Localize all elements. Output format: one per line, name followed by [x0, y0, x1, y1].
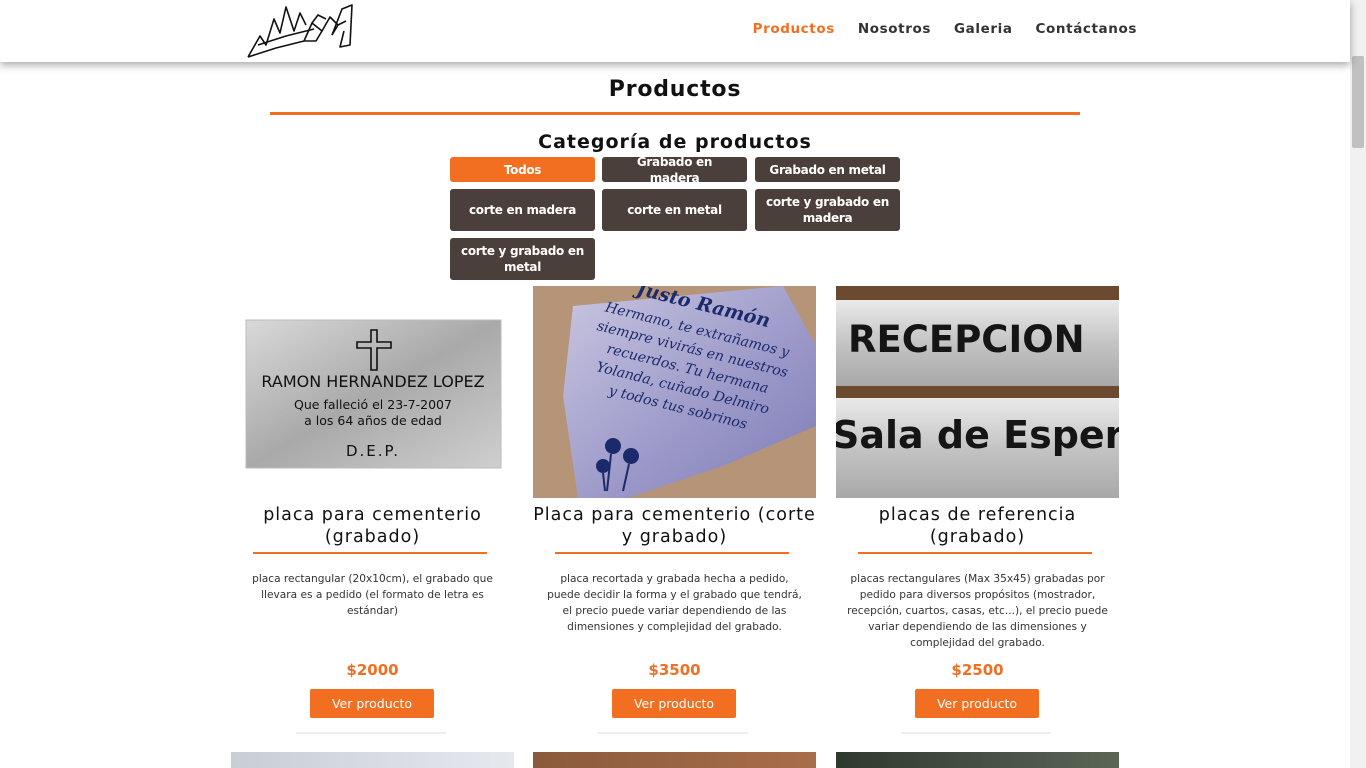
sign-line1-text: RECEPCION: [848, 318, 1085, 361]
nav-nosotros[interactable]: Nosotros: [858, 21, 931, 37]
category-grabado-metal[interactable]: Grabado en metal: [755, 157, 900, 182]
category-corte-grabado-madera[interactable]: corte y grabado en madera: [755, 189, 900, 231]
nav-productos[interactable]: Productos: [753, 21, 835, 37]
product-title: placa para cementerio (grabado): [263, 505, 482, 547]
product-divider: [858, 552, 1092, 554]
scrollbar-thumb[interactable]: [1352, 56, 1364, 148]
page-scrollbar[interactable]: [1350, 0, 1366, 768]
category-todos[interactable]: Todos: [450, 157, 595, 182]
category-corte-metal[interactable]: corte en metal: [602, 189, 747, 231]
product-image[interactable]: RAMON HERNANDEZ LOPEZ Que falleció el 23…: [231, 286, 514, 498]
category-corte-grabado-metal[interactable]: corte y grabado en metal: [450, 238, 595, 280]
card-shadow: [296, 732, 446, 734]
product-description: placas rectangulares (Max 35x45) grabada…: [847, 573, 1108, 649]
product-title: Placa para cementerio (corte y grabado): [533, 505, 816, 547]
product-title: placas de referencia (grabado): [878, 505, 1077, 547]
card-shadow: [598, 732, 748, 734]
product-price: $3500: [648, 661, 701, 679]
nav-galeria[interactable]: Galeria: [954, 21, 1013, 37]
product-image[interactable]: [231, 752, 514, 768]
product-description: placa recortada y grabada hecha a pedido…: [547, 573, 802, 633]
card-shadow: [901, 732, 1051, 734]
page-title: Productos: [608, 77, 742, 102]
plate-name-text: RAMON HERNANDEZ LOPEZ: [261, 372, 484, 391]
view-product-button[interactable]: Ver producto: [915, 689, 1039, 718]
view-product-button[interactable]: Ver producto: [612, 689, 736, 718]
product-image[interactable]: [836, 752, 1119, 768]
nav-contactanos[interactable]: Contáctanos: [1036, 21, 1137, 37]
product-divider: [253, 552, 487, 554]
product-image[interactable]: Justo Ramón Hermano, te extrañamos y sie…: [533, 286, 816, 498]
logo[interactable]: [246, 1, 356, 59]
product-card: RECEPCION Sala de Espera placas de refer…: [836, 286, 1119, 736]
product-image[interactable]: RECEPCION Sala de Espera: [836, 286, 1119, 498]
product-price: $2000: [346, 661, 399, 679]
plate-line3-text: D.E.P.: [346, 442, 400, 460]
product-card: RAMON HERNANDEZ LOPEZ Que falleció el 23…: [231, 286, 514, 736]
sign-line2-text: Sala de Espera: [836, 413, 1119, 457]
category-title: Categoría de productos: [538, 131, 812, 153]
product-card: Justo Ramón Hermano, te extrañamos y sie…: [533, 286, 816, 736]
title-divider: [270, 112, 1080, 115]
product-price: $2500: [951, 661, 1004, 679]
plate-line2-text: a los 64 años de edad: [304, 413, 442, 428]
product-divider: [555, 552, 789, 554]
site-header: Productos Nosotros Galeria Contáctanos: [0, 0, 1350, 62]
main-nav: Productos Nosotros Galeria Contáctanos: [753, 21, 1137, 37]
plate-line1-text: Que falleció el 23-7-2007: [294, 397, 452, 412]
product-description: placa rectangular (20x10cm), el grabado …: [252, 573, 493, 617]
category-corte-madera[interactable]: corte en madera: [450, 189, 595, 231]
view-product-button[interactable]: Ver producto: [310, 689, 434, 718]
product-image[interactable]: [533, 752, 816, 768]
category-grabado-madera[interactable]: Grabado en madera: [602, 155, 747, 185]
